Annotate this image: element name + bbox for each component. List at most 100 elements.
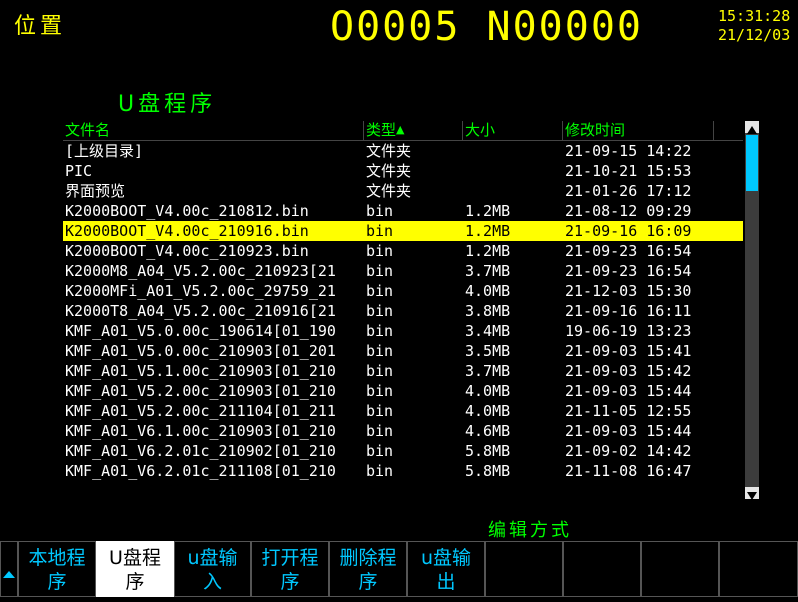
file-modified: 19-06-19 13:23 [565, 322, 692, 340]
file-name: [上级目录] [65, 142, 144, 160]
file-size: 5.8MB [465, 462, 511, 480]
file-row[interactable]: PIC 文件夹 21-10-21 15:53 [63, 161, 743, 181]
file-type: bin [366, 262, 394, 280]
mode-title: 位置 [14, 14, 67, 39]
file-size: 4.0MB [465, 282, 511, 300]
file-name: KMF_A01_V6.2.01c_210902[01_210 [65, 442, 336, 460]
file-row[interactable]: KMF_A01_V6.2.01c_211108[01_210 bin 5.8MB… [63, 461, 743, 481]
program-number: O0005 N00000 [330, 4, 643, 50]
scroll-thumb[interactable] [746, 135, 758, 191]
column-header-modified[interactable]: 修改时间 [565, 121, 625, 139]
softkey-4[interactable]: 打开程序 [251, 541, 329, 597]
file-type: bin [366, 362, 394, 380]
file-modified: 21-10-21 15:53 [565, 162, 692, 180]
file-row[interactable]: KMF_A01_V6.2.01c_210902[01_210 bin 5.8MB… [63, 441, 743, 461]
column-header-name[interactable]: 文件名 [65, 121, 110, 139]
file-row[interactable]: KMF_A01_V5.2.00c_210903[01_210 bin 4.0MB… [63, 381, 743, 401]
file-name: K2000MFi_A01_V5.2.00c_29759_21 [65, 282, 336, 300]
file-size: 1.2MB [465, 202, 511, 220]
softkey-label-line2: 序 [125, 571, 145, 593]
file-modified: 21-11-08 16:47 [565, 462, 692, 480]
column-header-type[interactable]: 类型▲ [366, 121, 404, 139]
softkey-6[interactable]: u盘输出 [407, 541, 485, 597]
file-modified: 21-11-05 12:55 [565, 402, 692, 420]
file-name: KMF_A01_V5.0.00c_210903[01_201 [65, 342, 336, 360]
softkey-label-line1: U盘程 [109, 547, 161, 569]
file-name: K2000M8_A04_V5.2.00c_210923[21 [65, 262, 336, 280]
file-modified: 21-09-23 16:54 [565, 262, 692, 280]
column-header-type-label: 类型 [366, 121, 397, 139]
file-row[interactable]: KMF_A01_V6.1.00c_210903[01_210 bin 4.6MB… [63, 421, 743, 441]
softkey-5[interactable]: 删除程序 [329, 541, 407, 597]
column-divider [713, 121, 714, 140]
softkey-label-line1: u盘输 [420, 547, 472, 569]
file-type: bin [366, 382, 394, 400]
file-row[interactable]: K2000BOOT_V4.00c_210812.bin bin 1.2MB 21-… [63, 201, 743, 221]
scroll-up-button[interactable] [745, 121, 759, 134]
file-row[interactable]: K2000M8_A04_V5.2.00c_210923[21 bin 3.7MB… [63, 261, 743, 281]
file-row[interactable]: K2000MFi_A01_V5.2.00c_29759_21 bin 4.0MB… [63, 281, 743, 301]
file-size: 1.2MB [465, 222, 511, 240]
softkey-10[interactable] [719, 541, 798, 597]
softkey-3[interactable]: u盘输入 [174, 541, 251, 597]
file-name: K2000T8_A04_V5.2.00c_210916[21 [65, 302, 336, 320]
file-name: KMF_A01_V5.0.00c_190614[01_190 [65, 322, 336, 340]
file-modified: 21-09-03 15:44 [565, 422, 692, 440]
file-row[interactable]: KMF_A01_V5.0.00c_190614[01_190 bin 3.4MB… [63, 321, 743, 341]
triangle-up-icon [3, 571, 15, 578]
column-divider [363, 121, 364, 140]
file-type: bin [366, 402, 394, 420]
file-row[interactable]: [上级目录] 文件夹 21-09-15 14:22 [63, 141, 743, 161]
file-modified: 21-09-02 14:42 [565, 442, 692, 460]
section-title: U盘程序 [118, 92, 217, 117]
softkey-label-line1: 本地程 [28, 547, 86, 569]
file-row[interactable]: K2000T8_A04_V5.2.00c_210916[21 bin 3.8MB… [63, 301, 743, 321]
arrow-down-icon [747, 492, 757, 500]
softkey-previous-page[interactable] [0, 541, 18, 597]
file-size: 4.6MB [465, 422, 511, 440]
file-row[interactable]: 界面预览 文件夹 21-01-26 17:12 [63, 181, 743, 201]
file-list[interactable]: 文件名 类型▲ 大小 修改时间 [上级目录] 文件夹 21-09-15 14:22 P… [63, 121, 763, 501]
file-type: bin [366, 342, 394, 360]
softkey-7[interactable] [485, 541, 563, 597]
file-size: 3.7MB [465, 362, 511, 380]
file-type: bin [366, 222, 394, 240]
softkey-2[interactable]: U盘程序 [96, 541, 174, 597]
file-name: K2000BOOT_V4.00c_210923.bin [65, 242, 309, 260]
file-modified: 21-09-16 16:09 [565, 222, 692, 240]
file-row[interactable]: KMF_A01_V5.0.00c_210903[01_201 bin 3.5MB… [63, 341, 743, 361]
column-header-size[interactable]: 大小 [465, 121, 495, 139]
file-type: bin [366, 422, 394, 440]
file-type: 文件夹 [366, 182, 412, 200]
file-size: 3.8MB [465, 302, 511, 320]
file-name: KMF_A01_V5.2.00c_210903[01_210 [65, 382, 336, 400]
softkey-label-line2: 序 [47, 571, 67, 593]
scroll-down-button[interactable] [745, 487, 759, 500]
file-name: KMF_A01_V6.1.00c_210903[01_210 [65, 422, 336, 440]
column-divider [562, 121, 563, 140]
file-size: 4.0MB [465, 402, 511, 420]
file-row[interactable]: KMF_A01_V5.1.00c_210903[01_210 bin 3.7MB… [63, 361, 743, 381]
sort-ascending-icon: ▲ [396, 123, 405, 136]
file-name: KMF_A01_V6.2.01c_211108[01_210 [65, 462, 336, 480]
file-type: 文件夹 [366, 162, 412, 180]
file-modified: 21-09-03 15:42 [565, 362, 692, 380]
file-size: 5.8MB [465, 442, 511, 460]
softkey-label-line1: u盘输 [187, 547, 238, 569]
file-modified: 21-09-16 16:11 [565, 302, 692, 320]
file-type: bin [366, 442, 394, 460]
file-row[interactable]: KMF_A01_V5.2.00c_211104[01_211 bin 4.0MB… [63, 401, 743, 421]
softkey-8[interactable] [563, 541, 641, 597]
file-row[interactable]: K2000BOOT_V4.00c_210923.bin bin 1.2MB 21-… [63, 241, 743, 261]
file-row[interactable]: K2000BOOT_V4.00c_210916.bin bin 1.2MB 21-… [63, 221, 743, 241]
scrollbar[interactable] [745, 121, 759, 500]
softkey-9[interactable] [641, 541, 719, 597]
softkey-1[interactable]: 本地程序 [18, 541, 96, 597]
file-modified: 21-09-23 16:54 [565, 242, 692, 260]
softkey-label-line2: 入 [202, 571, 222, 593]
file-modified: 21-09-03 15:41 [565, 342, 692, 360]
file-size: 1.2MB [465, 242, 511, 260]
softkey-label-line1: 删除程 [339, 547, 397, 569]
edit-mode-status: 编辑方式 [488, 520, 572, 541]
clock-time: 15:31:28 [718, 7, 791, 25]
